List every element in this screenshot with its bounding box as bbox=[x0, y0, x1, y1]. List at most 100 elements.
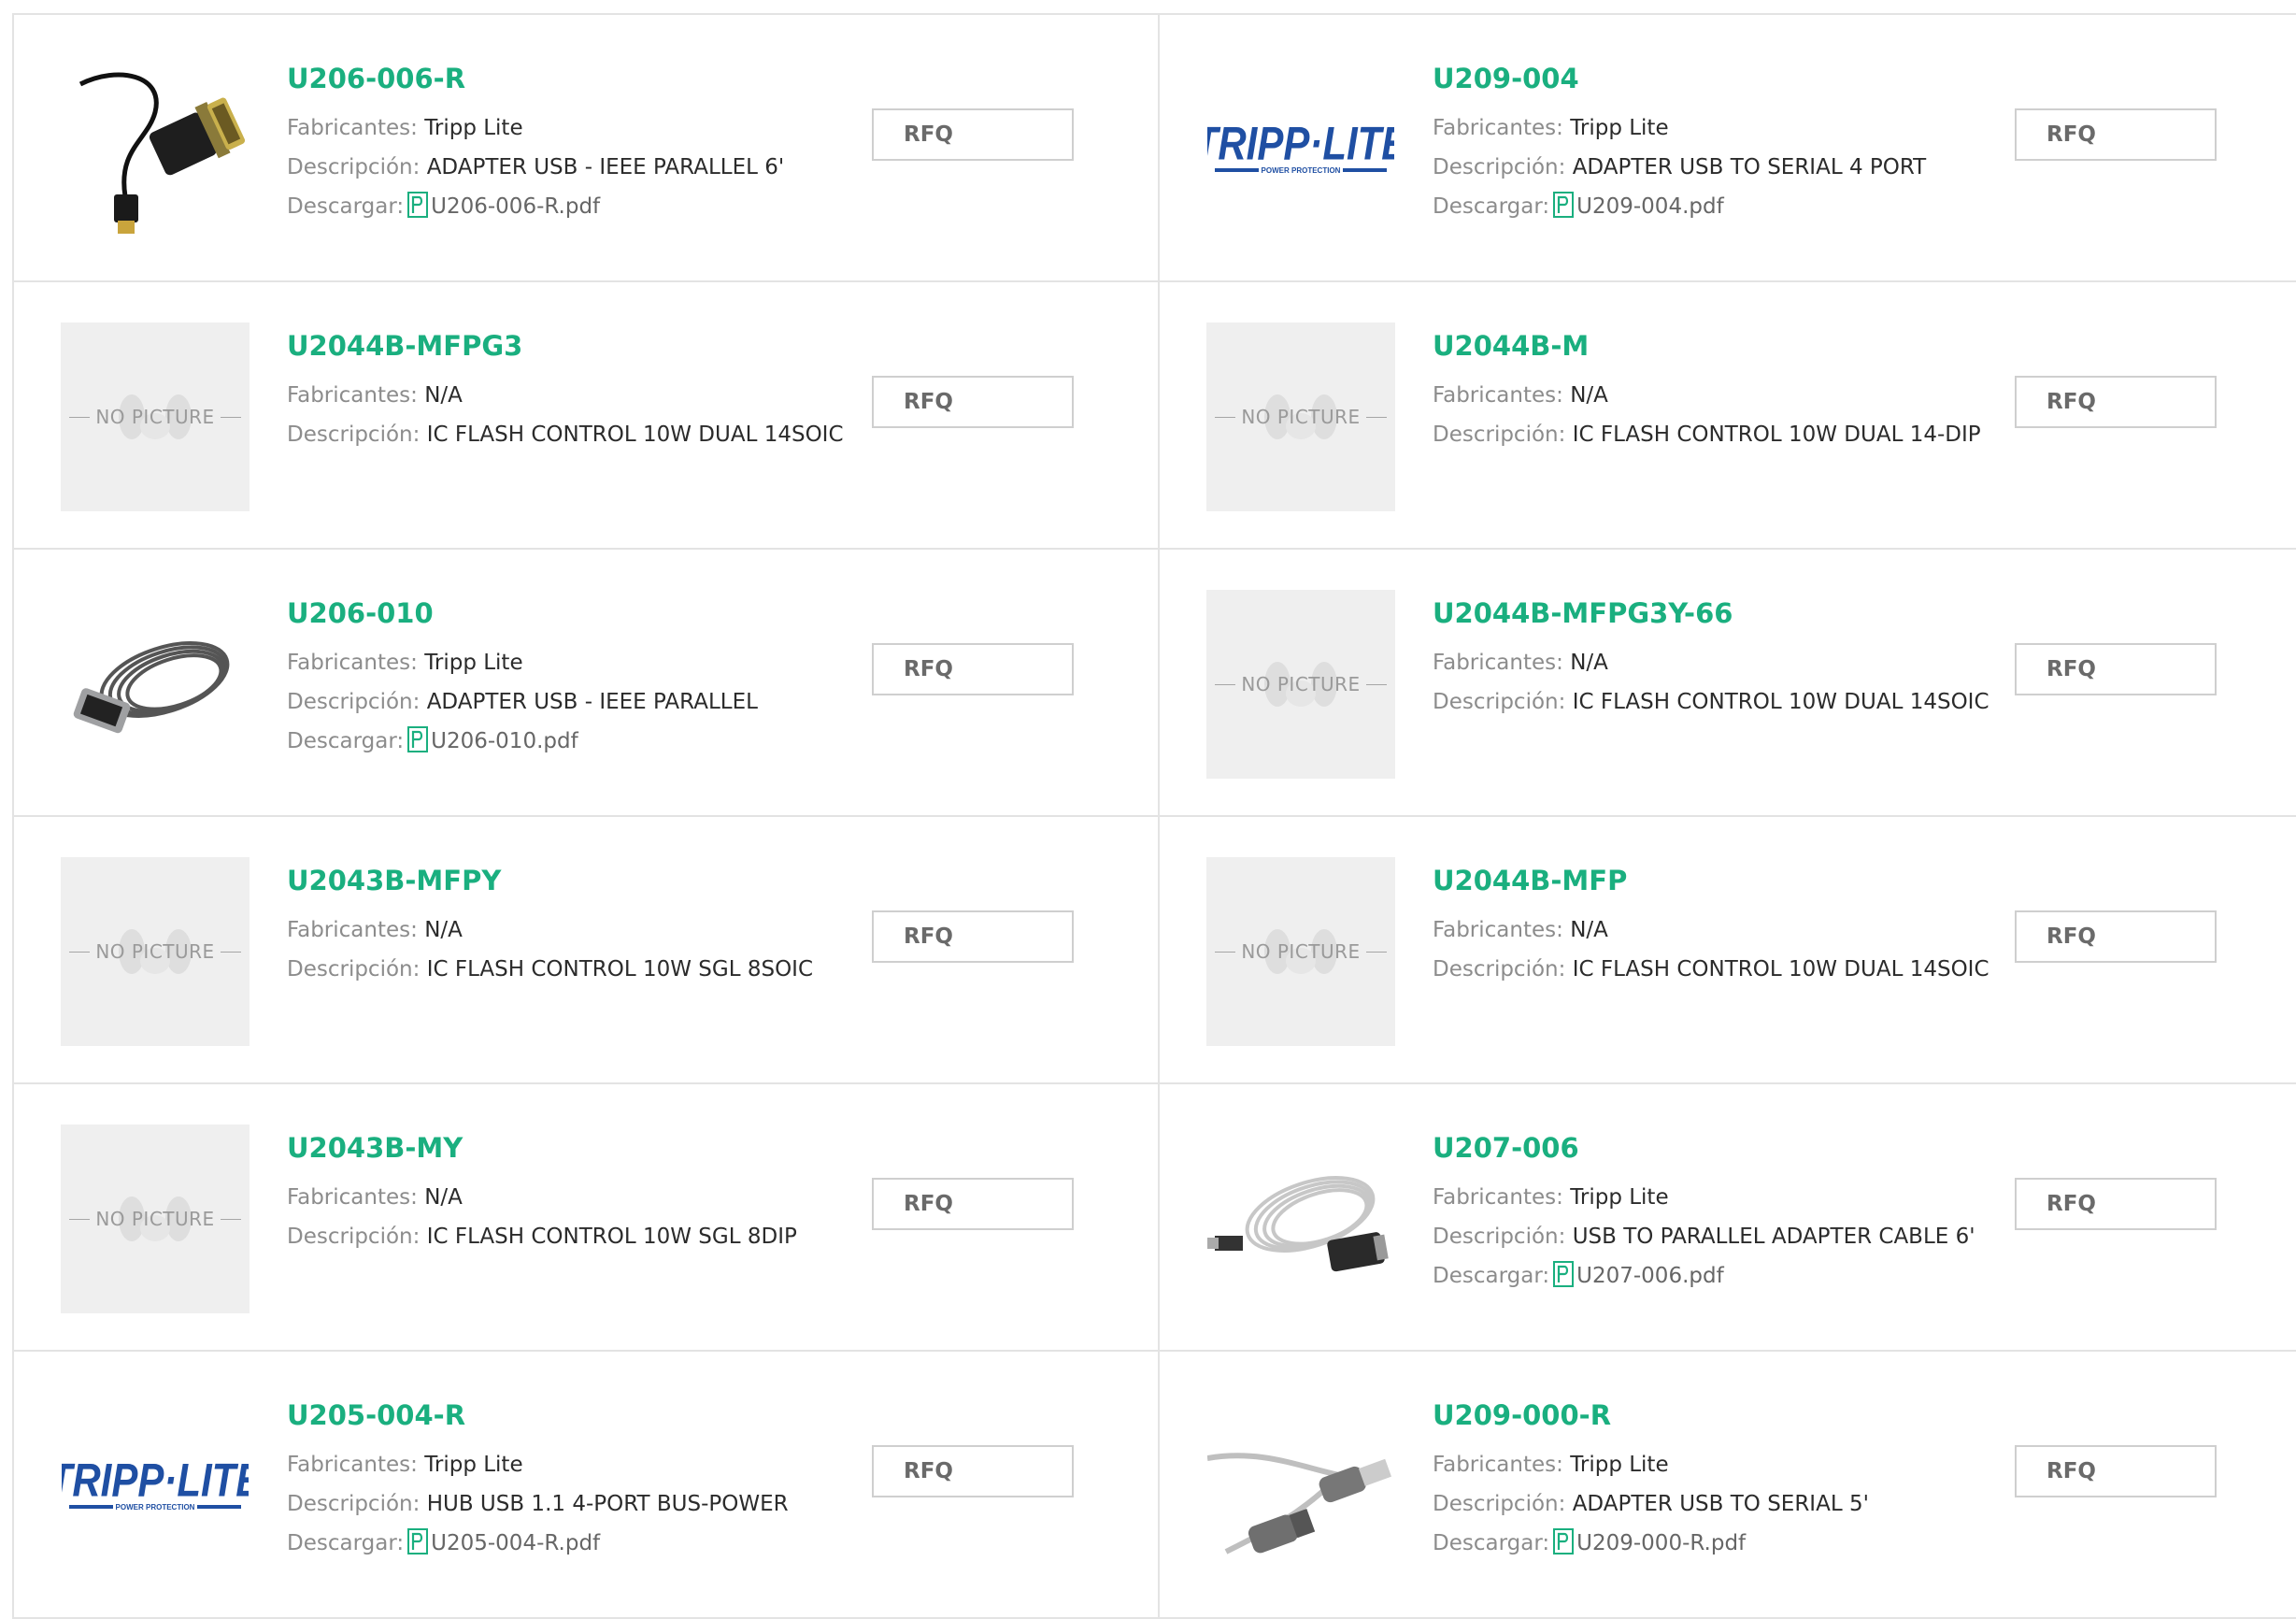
manufacturer-value: N/A bbox=[1570, 918, 1608, 942]
part-number-link[interactable]: U2043B-MFPY bbox=[287, 864, 848, 897]
description-row: Descripción: IC FLASH CONTROL 10W SGL 8S… bbox=[287, 950, 848, 989]
product-image[interactable] bbox=[61, 55, 250, 244]
manufacturer-row: Fabricantes: N/A bbox=[287, 376, 848, 415]
product-card: NO PICTURE U2044B-MFPG3 Fabricantes: N/A De… bbox=[14, 282, 1160, 550]
product-card: U207-006 Fabricantes: Tripp Lite Descripci… bbox=[1160, 1084, 2296, 1352]
datasheet-link[interactable]: U209-004.pdf bbox=[1576, 194, 1724, 219]
rfq-button[interactable]: RFQ bbox=[2015, 108, 2217, 161]
product-info: U206-006-R Fabricantes: Tripp Lite Descrip… bbox=[287, 62, 848, 226]
part-number-link[interactable]: U2044B-MFPG3 bbox=[287, 329, 848, 363]
description-row: Descripción: ADAPTER USB - IEEE PARALLEL bbox=[287, 682, 848, 722]
datasheet-link[interactable]: U207-006.pdf bbox=[1576, 1264, 1724, 1288]
description-row: Descripción: IC FLASH CONTROL 10W DUAL 1… bbox=[1433, 415, 1993, 454]
part-number-link[interactable]: U209-004 bbox=[1433, 62, 1993, 95]
part-number-link[interactable]: U2043B-MY bbox=[287, 1131, 848, 1165]
product-info: U2044B-MFPG3Y-66 Fabricantes: N/A Descripc… bbox=[1433, 596, 1993, 722]
part-number-link[interactable]: U2044B-MFPG3Y-66 bbox=[1433, 596, 1993, 630]
manufacturer-value: Tripp Lite bbox=[424, 651, 523, 675]
product-image[interactable] bbox=[61, 590, 250, 779]
product-card: NO PICTURE U2044B-M Fabricantes: N/A Descri… bbox=[1160, 282, 2296, 550]
description-label: Descripción: bbox=[287, 1492, 421, 1516]
pdf-icon bbox=[1553, 1261, 1575, 1287]
part-number-link[interactable]: U2044B-M bbox=[1433, 329, 1993, 363]
datasheet-link[interactable]: U206-010.pdf bbox=[431, 729, 578, 753]
product-info: U2043B-MFPY Fabricantes: N/A Descripción: … bbox=[287, 864, 848, 989]
description-row: Descripción: IC FLASH CONTROL 10W DUAL 1… bbox=[1433, 950, 1993, 989]
manufacturer-row: Fabricantes: N/A bbox=[1433, 376, 1993, 415]
download-label: Descargar: bbox=[1433, 1531, 1550, 1555]
rfq-button[interactable]: RFQ bbox=[872, 1445, 1074, 1497]
description-value: IC FLASH CONTROL 10W SGL 8DIP bbox=[426, 1225, 797, 1249]
product-card: TRIPP·LITEPOWER PROTECTION U205-004-R Fabr… bbox=[14, 1352, 1160, 1619]
product-image[interactable] bbox=[1206, 1392, 1395, 1581]
rfq-button[interactable]: RFQ bbox=[2015, 1178, 2217, 1230]
product-card: NO PICTURE U2044B-MFPG3Y-66 Fabricantes: N… bbox=[1160, 550, 2296, 817]
product-image[interactable] bbox=[1206, 1125, 1395, 1313]
rfq-button[interactable]: RFQ bbox=[2015, 376, 2217, 428]
no-picture-image[interactable]: NO PICTURE bbox=[61, 322, 250, 511]
description-label: Descripción: bbox=[1433, 957, 1566, 981]
part-number-link[interactable]: U209-000-R bbox=[1433, 1398, 1993, 1432]
manufacturer-row: Fabricantes: Tripp Lite bbox=[287, 1445, 848, 1484]
manufacturer-label: Fabricantes: bbox=[1433, 651, 1563, 675]
part-number-link[interactable]: U205-004-R bbox=[287, 1398, 848, 1432]
description-value: IC FLASH CONTROL 10W DUAL 14SOIC bbox=[426, 423, 844, 447]
manufacturer-label: Fabricantes: bbox=[1433, 1453, 1563, 1477]
part-number-link[interactable]: U206-010 bbox=[287, 596, 848, 630]
description-row: Descripción: ADAPTER USB - IEEE PARALLEL… bbox=[287, 148, 848, 187]
rfq-button[interactable]: RFQ bbox=[2015, 1445, 2217, 1497]
manufacturer-value: N/A bbox=[424, 1185, 463, 1210]
manufacturer-label: Fabricantes: bbox=[287, 116, 418, 140]
manufacturer-row: Fabricantes: Tripp Lite bbox=[1433, 1445, 1993, 1484]
description-row: Descripción: USB TO PARALLEL ADAPTER CAB… bbox=[1433, 1217, 1993, 1256]
description-label: Descripción: bbox=[287, 155, 421, 179]
part-number-link[interactable]: U2044B-MFP bbox=[1433, 864, 1993, 897]
rfq-button[interactable]: RFQ bbox=[2015, 643, 2217, 695]
description-value: ADAPTER USB - IEEE PARALLEL bbox=[426, 690, 758, 714]
description-value: HUB USB 1.1 4-PORT BUS-POWER bbox=[426, 1492, 789, 1516]
description-row: Descripción: IC FLASH CONTROL 10W DUAL 1… bbox=[1433, 682, 1993, 722]
product-card: NO PICTURE U2043B-MFPY Fabricantes: N/A Des… bbox=[14, 817, 1160, 1084]
rfq-button[interactable]: RFQ bbox=[872, 910, 1074, 963]
tripp-lite-logo[interactable]: TRIPP·LITEPOWER PROTECTION bbox=[61, 1392, 250, 1581]
download-row: Descargar: U206-006-R.pdf bbox=[287, 187, 848, 226]
rfq-button[interactable]: RFQ bbox=[2015, 910, 2217, 963]
product-info: U206-010 Fabricantes: Tripp Lite Descripci… bbox=[287, 596, 848, 761]
no-picture-image[interactable]: NO PICTURE bbox=[1206, 322, 1395, 511]
description-label: Descripción: bbox=[287, 957, 421, 981]
no-picture-label: NO PICTURE bbox=[1241, 940, 1361, 963]
datasheet-link[interactable]: U206-006-R.pdf bbox=[431, 194, 600, 219]
description-label: Descripción: bbox=[1433, 690, 1566, 714]
pdf-icon bbox=[1553, 1528, 1575, 1555]
no-picture-image[interactable]: NO PICTURE bbox=[61, 857, 250, 1046]
manufacturer-value: Tripp Lite bbox=[424, 116, 523, 140]
no-picture-image[interactable]: NO PICTURE bbox=[61, 1125, 250, 1313]
description-label: Descripción: bbox=[287, 423, 421, 447]
manufacturer-row: Fabricantes: N/A bbox=[287, 1178, 848, 1217]
rfq-button[interactable]: RFQ bbox=[872, 1178, 1074, 1230]
description-row: Descripción: ADAPTER USB TO SERIAL 5' bbox=[1433, 1484, 1993, 1524]
description-value: USB TO PARALLEL ADAPTER CABLE 6' bbox=[1572, 1225, 1975, 1249]
part-number-link[interactable]: U207-006 bbox=[1433, 1131, 1993, 1165]
no-picture-image[interactable]: NO PICTURE bbox=[1206, 857, 1395, 1046]
description-value: IC FLASH CONTROL 10W DUAL 14SOIC bbox=[1572, 957, 1989, 981]
product-card: NO PICTURE U2044B-MFP Fabricantes: N/A Desc… bbox=[1160, 817, 2296, 1084]
product-info: U209-004 Fabricantes: Tripp Lite Descripci… bbox=[1433, 62, 1993, 226]
description-value: IC FLASH CONTROL 10W DUAL 14SOIC bbox=[1572, 690, 1989, 714]
description-row: Descripción: ADAPTER USB TO SERIAL 4 POR… bbox=[1433, 148, 1993, 187]
description-label: Descripción: bbox=[287, 690, 421, 714]
rfq-button[interactable]: RFQ bbox=[872, 376, 1074, 428]
pdf-icon bbox=[1553, 192, 1575, 218]
rfq-button[interactable]: RFQ bbox=[872, 643, 1074, 695]
datasheet-link[interactable]: U205-004-R.pdf bbox=[431, 1531, 600, 1555]
tripp-lite-logo[interactable]: TRIPP·LITEPOWER PROTECTION bbox=[1206, 55, 1395, 244]
rfq-button[interactable]: RFQ bbox=[872, 108, 1074, 161]
description-label: Descripción: bbox=[1433, 1492, 1566, 1516]
datasheet-link[interactable]: U209-000-R.pdf bbox=[1576, 1531, 1746, 1555]
description-value: ADAPTER USB TO SERIAL 5' bbox=[1572, 1492, 1869, 1516]
no-picture-image[interactable]: NO PICTURE bbox=[1206, 590, 1395, 779]
manufacturer-row: Fabricantes: Tripp Lite bbox=[287, 643, 848, 682]
no-picture-label: NO PICTURE bbox=[1241, 406, 1361, 428]
product-card: NO PICTURE U2043B-MY Fabricantes: N/A Descr… bbox=[14, 1084, 1160, 1352]
part-number-link[interactable]: U206-006-R bbox=[287, 62, 848, 95]
